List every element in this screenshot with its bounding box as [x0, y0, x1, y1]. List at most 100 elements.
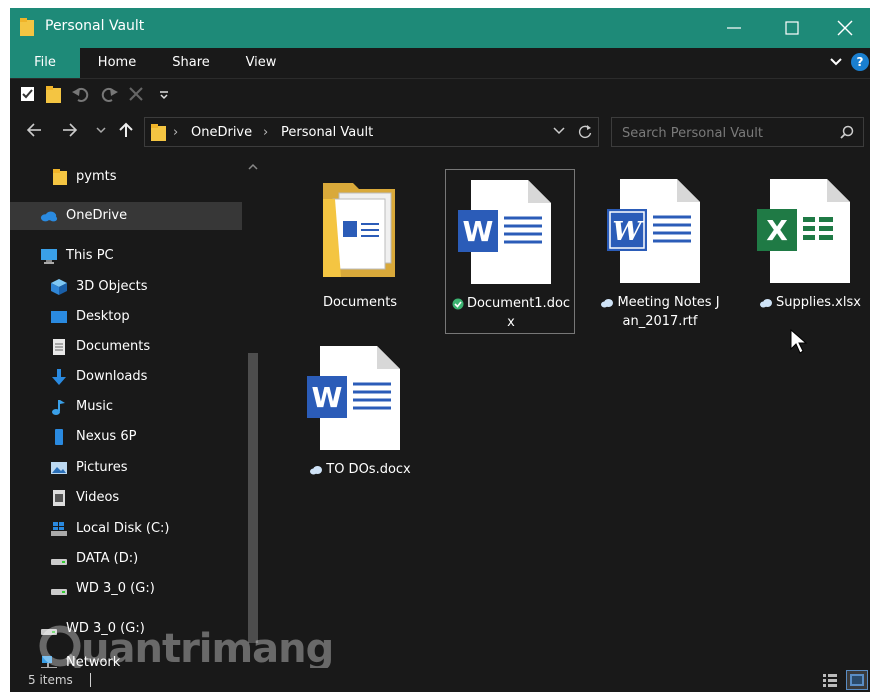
nav-item-label: Videos	[76, 490, 120, 505]
address-bar[interactable]: › OneDrive › Personal Vault	[144, 117, 599, 147]
drive-icon	[51, 589, 67, 595]
breadcrumb-onedrive[interactable]: OneDrive	[191, 125, 252, 140]
maximize-icon	[785, 21, 799, 35]
download-icon	[52, 369, 66, 385]
nav-item-music[interactable]: Music	[10, 393, 242, 421]
properties-icon[interactable]	[20, 86, 36, 102]
search-box[interactable]	[611, 117, 864, 148]
status-bar: 5 items	[10, 668, 870, 692]
delete-icon[interactable]	[128, 86, 144, 102]
maximize-button[interactable]	[768, 8, 826, 48]
nav-item-label: Nexus 6P	[76, 429, 137, 444]
large-icons-view-button[interactable]	[846, 670, 868, 690]
minimize-icon	[727, 27, 741, 29]
nav-item-label: Pictures	[76, 460, 128, 475]
scroll-up-icon[interactable]	[248, 163, 258, 171]
file-item-documents[interactable]: Documents	[295, 169, 425, 334]
watermark-text: uantrimang	[81, 626, 334, 672]
phone-icon	[55, 429, 63, 445]
folder-icon	[323, 183, 395, 277]
tab-home[interactable]: Home	[85, 48, 149, 78]
svg-text:W: W	[312, 381, 343, 414]
folder-icon	[20, 18, 34, 36]
computer-icon	[41, 249, 57, 264]
chevron-down-icon[interactable]	[830, 56, 842, 68]
nav-item-label: This PC	[66, 248, 114, 263]
file-item-meeting-notes[interactable]: W Meeting Notes Jan_2017.rtf	[595, 169, 725, 334]
cloud-icon	[40, 211, 58, 222]
nav-pane-scrollbar[interactable]	[244, 153, 262, 668]
new-folder-icon[interactable]	[46, 86, 62, 104]
nav-item-nexus-6p[interactable]: Nexus 6P	[10, 423, 242, 451]
nav-item-data-d[interactable]: DATA (D:)	[10, 545, 242, 573]
cloud-icon	[760, 298, 773, 307]
breadcrumb-personal-vault[interactable]: Personal Vault	[281, 125, 373, 140]
nav-item-pymts[interactable]: pymts	[10, 163, 242, 191]
word-document-icon: W	[458, 180, 551, 284]
nav-item-label: WD 3_0 (G:)	[76, 581, 155, 596]
file-name: Meeting Notes Jan_2017.rtf	[617, 295, 720, 329]
synced-check-icon	[452, 298, 464, 309]
nav-item-label: Local Disk (C:)	[76, 521, 170, 536]
chevron-down-icon[interactable]	[553, 125, 565, 137]
svg-text:X: X	[766, 214, 788, 247]
tab-share[interactable]: Share	[160, 48, 222, 78]
nav-item-label: OneDrive	[66, 208, 128, 223]
nav-item-videos[interactable]: Videos	[10, 484, 242, 512]
up-arrow-icon[interactable]	[118, 122, 134, 138]
help-icon[interactable]: ?	[851, 53, 869, 71]
tab-file[interactable]: File	[10, 48, 80, 78]
watermark-logo: uantrimang	[36, 616, 356, 676]
tab-view[interactable]: View	[232, 48, 290, 78]
breadcrumb-separator: ›	[173, 125, 179, 140]
undo-icon[interactable]	[72, 86, 90, 102]
ribbon-tabs: File Home Share View ?	[10, 48, 870, 79]
word-document-icon: W	[307, 346, 400, 450]
nav-item-downloads[interactable]: Downloads	[10, 363, 242, 391]
close-icon	[837, 20, 853, 36]
file-item-supplies[interactable]: X Supplies.xlsx	[745, 169, 870, 334]
file-view: Documents W Document1.docx W Meeting Not…	[262, 153, 870, 668]
window-title: Personal Vault	[45, 18, 145, 34]
nav-item-pictures[interactable]: Pictures	[10, 454, 242, 482]
folder-icon	[151, 124, 166, 141]
search-input[interactable]	[612, 118, 844, 148]
nav-item-label: 3D Objects	[76, 279, 148, 294]
navigation-bar: › OneDrive › Personal Vault	[10, 111, 870, 153]
nav-item-label: Desktop	[76, 309, 130, 324]
minimize-button[interactable]	[710, 8, 768, 48]
details-view-icon[interactable]	[822, 672, 838, 688]
nav-item-label: pymts	[76, 169, 117, 184]
nav-item-local-disk-c[interactable]: Local Disk (C:)	[10, 515, 242, 543]
nav-item-3d-objects[interactable]: 3D Objects	[10, 273, 242, 301]
file-item-to-dos[interactable]: W TO DOs.docx	[295, 336, 425, 501]
watermark-q-icon	[39, 625, 83, 670]
title-bar[interactable]: Personal Vault	[10, 8, 870, 48]
back-arrow-icon[interactable]	[26, 122, 42, 138]
nav-item-desktop[interactable]: Desktop	[10, 303, 242, 331]
status-divider	[90, 673, 91, 687]
nav-item-documents[interactable]: Documents	[10, 333, 242, 361]
mouse-pointer-icon	[790, 329, 808, 354]
folder-icon	[53, 169, 67, 185]
explorer-window: Personal Vault File Home Share View ? › …	[10, 8, 870, 692]
search-icon[interactable]	[840, 125, 854, 139]
nav-item-onedrive[interactable]: OneDrive	[10, 202, 242, 230]
recent-locations-icon[interactable]	[96, 125, 106, 135]
navigation-pane: pymts OneDrive This PC 3D Objects Deskto…	[10, 153, 262, 668]
close-button[interactable]	[820, 8, 870, 48]
scrollbar-thumb[interactable]	[248, 353, 258, 643]
forward-arrow-icon[interactable]	[62, 122, 78, 138]
svg-text:W: W	[612, 217, 644, 247]
file-name-row: Meeting Notes Jan_2017.rtf	[599, 293, 721, 331]
large-icons-view-icon	[850, 674, 864, 686]
refresh-icon[interactable]	[577, 124, 593, 140]
file-item-document1[interactable]: W Document1.docx	[445, 169, 575, 334]
redo-icon[interactable]	[100, 86, 118, 102]
nav-item-wd-g[interactable]: WD 3_0 (G:)	[10, 575, 242, 603]
file-name: TO DOs.docx	[326, 462, 411, 477]
file-name: Document1.docx	[466, 296, 571, 330]
customize-toolbar-icon[interactable]	[158, 86, 170, 102]
nav-item-this-pc[interactable]: This PC	[10, 242, 242, 270]
file-name-row: Supplies.xlsx	[749, 293, 870, 312]
